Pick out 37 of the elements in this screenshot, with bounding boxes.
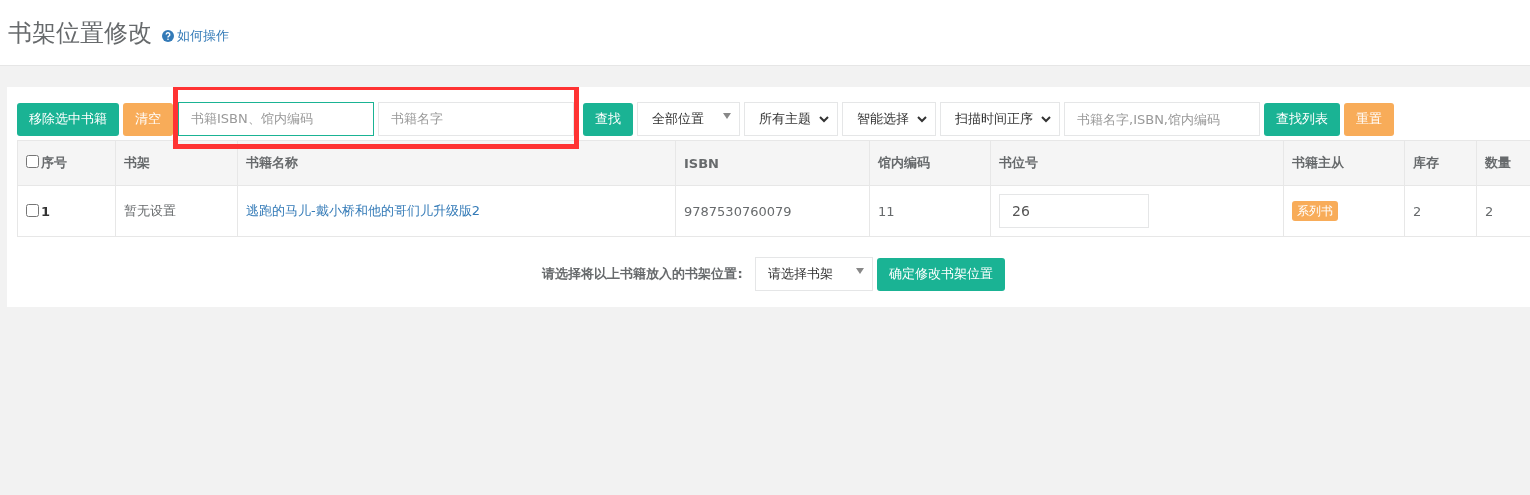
caret-icon [855,268,864,274]
shelf-dropdown[interactable]: 请选择书架 [754,257,873,291]
toolbar-button[interactable]: 移除选中书籍 [17,102,119,136]
filter-dropdown[interactable]: 所有主题 [744,102,838,136]
filter-dropdown[interactable]: 全部位置 [637,102,740,136]
help-icon [162,29,174,42]
column-header: 馆内编码 [869,140,991,186]
table-cell: 9787530760079 [675,185,870,237]
shelf-prompt: 请选择将以上书籍放入的书架位置: [542,265,743,283]
table-cell: 1 [17,185,116,237]
filter-dropdown[interactable]: 智能选择 [842,102,936,136]
confirm-button[interactable]: 确定修改书架位置 [876,257,1005,291]
chevron-down-icon [1041,115,1051,123]
toolbar-button[interactable]: 查找列表 [1264,102,1340,136]
row-checkbox[interactable] [26,203,39,217]
column-header: 书籍主从 [1283,140,1405,186]
column-header: ISBN [675,140,870,186]
page-title: 书架位置修改 [8,17,152,49]
column-header: 书位号 [990,140,1284,186]
column-header: 库存 [1404,140,1477,186]
toolbar-button[interactable]: 查找 [583,102,633,136]
book-title-link[interactable]: 逃跑的马儿-戴小桥和他的哥们儿升级版2 [246,203,480,218]
select-all-checkbox[interactable] [26,155,39,168]
filter-dropdown[interactable]: 扫描时间正序 [940,102,1060,136]
chevron-down-icon [819,115,829,123]
series-tag: 系列书 [1292,200,1338,221]
table-cell: 11 [869,185,991,237]
column-header: 序号 [17,140,116,186]
caret-icon [723,113,731,119]
column-header: 书架 [115,140,238,186]
help-link[interactable]: 如何操作 [162,26,229,45]
table-cell: 2 [1404,185,1477,237]
chevron-down-icon [917,115,927,123]
column-header: 数量 [1476,140,1530,186]
table-cell: 暂无设置 [115,185,238,237]
shelf-position-field[interactable]: 26 [999,194,1149,228]
search-field[interactable]: 书籍ISBN、馆内编码 [178,101,374,136]
